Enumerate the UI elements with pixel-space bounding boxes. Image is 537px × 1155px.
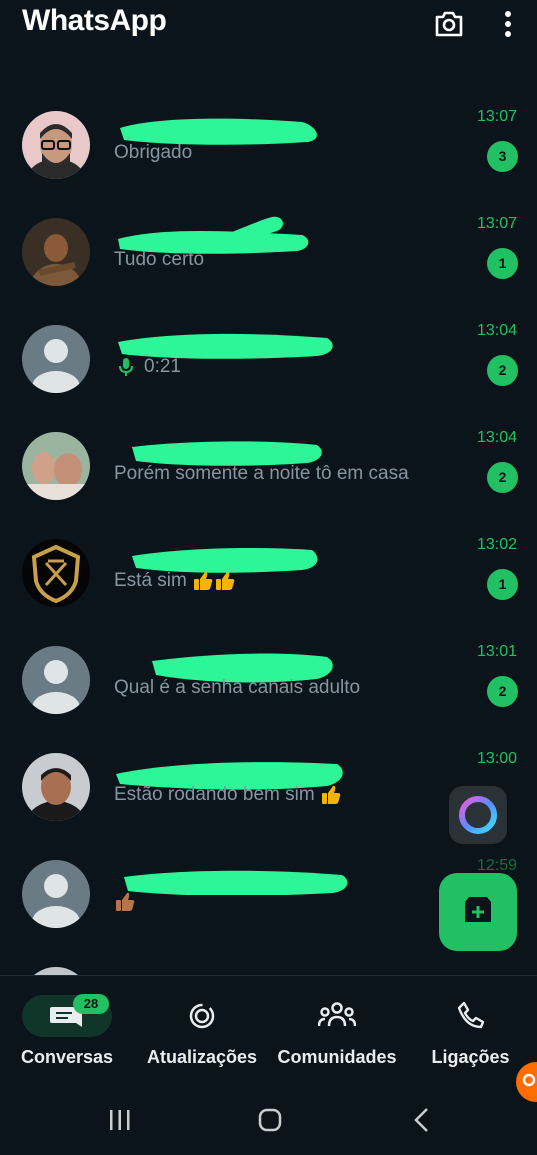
phone-icon <box>457 1001 485 1029</box>
updates-icon <box>189 1003 215 1029</box>
chat-time: 13:07 <box>476 215 517 232</box>
chat-preview: Porém somente a noite tô em casa <box>114 463 409 484</box>
new-chat-icon <box>465 897 491 922</box>
chat-time: 13:02 <box>476 536 517 553</box>
chat-time: 13:00 <box>476 750 517 767</box>
voice-duration: 0:21 <box>144 356 181 377</box>
avatar <box>22 111 90 179</box>
chat-row[interactable]: 13:01 Qual é a senha canais adulto 2 <box>0 625 537 732</box>
tab-communities[interactable]: Comunidades <box>270 976 404 1076</box>
chat-row[interactable]: 13:04 Porém somente a noite tô em casa 2 <box>0 411 537 518</box>
back-icon[interactable] <box>410 1107 434 1133</box>
tab-label: Conversas <box>20 1047 114 1067</box>
chat-row[interactable]: 13:07 Obrigado 3 <box>0 90 537 197</box>
chat-row[interactable]: 13:04 0:21 2 <box>0 304 537 411</box>
unread-badge: 3 <box>487 141 518 172</box>
thumbs-up-icon <box>321 785 341 804</box>
tab-label: Comunidades <box>277 1047 397 1067</box>
avatar <box>22 218 90 286</box>
chat-preview <box>114 891 136 913</box>
chat-preview-voice: 0:21 <box>114 356 181 378</box>
app-title: WhatsApp <box>22 4 167 37</box>
redacted-contact-name <box>132 441 322 466</box>
redacted-contact-name <box>120 118 317 145</box>
redacted-contact-name <box>124 870 348 895</box>
more-vertical-icon[interactable] <box>494 8 522 40</box>
chat-time: 13:07 <box>476 108 517 125</box>
chat-preview: Estão rodando bem sim <box>114 784 342 806</box>
avatar <box>22 539 90 607</box>
tab-label: Atualizações <box>146 1047 258 1067</box>
tab-calls[interactable]: Ligações <box>404 976 537 1076</box>
chat-preview: Qual é a senha canais adulto <box>114 677 361 698</box>
overlay-corner-button[interactable] <box>516 1062 537 1102</box>
unread-badge: 1 <box>487 248 518 279</box>
tab-chats[interactable]: 28 Conversas <box>0 976 134 1076</box>
chat-preview-text: Estão rodando bem sim <box>114 784 315 806</box>
thumbs-up-icon <box>116 892 135 911</box>
thumbs-up-icon <box>194 571 235 590</box>
avatar <box>22 753 90 821</box>
unread-badge: 2 <box>487 676 518 707</box>
recent-apps-icon[interactable] <box>107 1108 133 1132</box>
tab-updates[interactable]: Atualizações <box>134 976 270 1076</box>
redacted-contact-name <box>132 548 318 573</box>
chat-row[interactable]: 13:07 Tudo certo 1 <box>0 197 537 304</box>
camera-icon[interactable] <box>433 8 465 40</box>
system-navigation-bar <box>0 1090 537 1154</box>
app-header: WhatsApp <box>0 0 537 56</box>
link-icon <box>522 1073 536 1087</box>
chat-row[interactable]: 13:02 Está sim 1 <box>0 518 537 625</box>
unread-badge: 2 <box>487 462 518 493</box>
default-avatar-icon <box>22 646 90 714</box>
microphone-icon <box>119 357 133 376</box>
floating-assistant-bubble[interactable] <box>449 786 507 844</box>
chat-preview: Está sim <box>114 570 236 592</box>
avatar <box>22 432 90 500</box>
chat-time: 13:01 <box>476 643 517 660</box>
communities-icon <box>318 1002 356 1027</box>
unread-count-badge: 28 <box>73 994 109 1014</box>
chat-preview-text: Está sim <box>114 570 187 592</box>
chat-preview: Tudo certo <box>114 249 205 270</box>
redacted-contact-name <box>118 333 333 359</box>
new-chat-button[interactable] <box>439 873 517 951</box>
unread-badge: 2 <box>487 355 518 386</box>
unread-badge: 1 <box>487 569 518 600</box>
default-avatar-icon <box>22 860 90 928</box>
chat-time: 13:04 <box>476 429 517 446</box>
ring-icon <box>459 796 497 834</box>
avatar <box>22 967 90 975</box>
home-icon[interactable] <box>257 1107 283 1133</box>
chat-preview: Obrigado <box>114 142 193 163</box>
default-avatar-icon <box>22 325 90 393</box>
chat-time: 13:04 <box>476 322 517 339</box>
